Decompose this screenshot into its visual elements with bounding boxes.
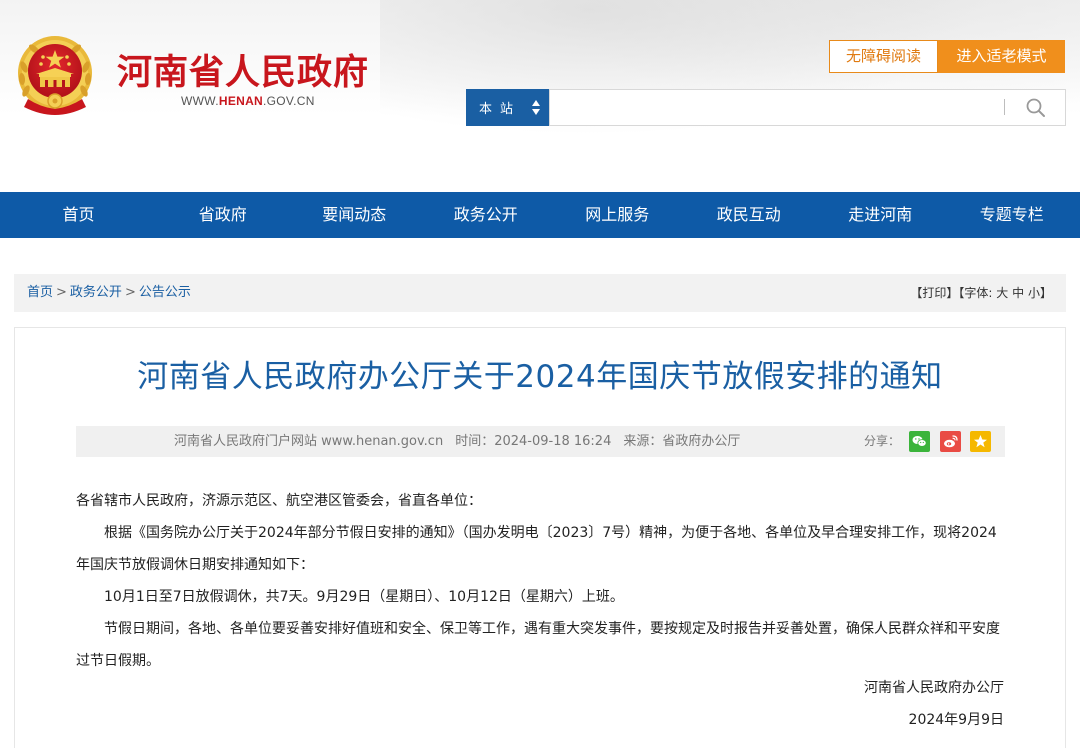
article-body: 各省辖市人民政府，济源示范区、航空港区管委会，省直各单位： 根据《国务院办公厅关… [76, 485, 1005, 677]
nav-item-public-interaction[interactable]: 政民互动 [683, 192, 815, 238]
meta-source-site: 河南省人民政府门户网站 www.henan.gov.cn [174, 434, 444, 449]
article-paragraph: 根据《国务院办公厅关于2024年部分节假日安排的通知》（国办发明电〔2023〕7… [76, 525, 997, 573]
nav-item-online-services[interactable]: 网上服务 [552, 192, 684, 238]
site-url-prefix: WWW. [181, 94, 219, 108]
font-size-close: 】 [1039, 286, 1052, 300]
elder-mode-button[interactable]: 进入适老模式 [938, 40, 1065, 73]
site-header: 河南省人民政府 WWW.HENAN.GOV.CN 无障碍阅读 进入适老模式 本站 [0, 0, 1080, 192]
header-background-decoration [380, 0, 1080, 170]
accessibility-reading-button[interactable]: 无障碍阅读 [829, 40, 938, 73]
nav-item-provincial-government[interactable]: 省政府 [157, 192, 289, 238]
article-paragraph: 节假日期间，各地、各单位要妥善安排好值班和安全、保卫等工作，遇有重大突发事件，要… [76, 621, 1000, 669]
nav-item-home[interactable]: 首页 [0, 192, 157, 238]
font-large-button[interactable]: 大 [996, 286, 1008, 300]
article-date: 2024年9月9日 [908, 712, 1004, 728]
nav-item-government-affairs[interactable]: 政务公开 [420, 192, 552, 238]
article-meta: 河南省人民政府门户网站 www.henan.gov.cn 时间：2024-09-1… [174, 426, 752, 457]
article-title: 河南省人民政府办公厅关于2024年国庆节放假安排的通知 [137, 359, 943, 395]
national-emblem-icon [18, 36, 92, 115]
breadcrumb-separator: > [124, 285, 136, 300]
print-button[interactable]: 【打印】 [910, 286, 958, 300]
main-nav: 首页 省政府 要闻动态 政务公开 网上服务 政民互动 走进河南 专题专栏 [0, 192, 1080, 238]
font-small-button[interactable]: 小 [1028, 286, 1040, 300]
site-url-domain: HENAN [218, 94, 264, 108]
site-name: 河南省人民政府 [117, 53, 370, 93]
nav-item-special-topics[interactable]: 专题专栏 [946, 192, 1078, 238]
share-label: 分享： [864, 434, 901, 448]
search-icon[interactable] [1024, 96, 1048, 120]
breadcrumb-announcements[interactable]: 公告公示 [139, 285, 191, 300]
breadcrumb-government-affairs[interactable]: 政务公开 [70, 285, 122, 300]
search-scope-select[interactable]: 本站 [466, 89, 549, 126]
article-meta-bar: 河南省人民政府门户网站 www.henan.gov.cn 时间：2024-09-1… [76, 426, 1005, 457]
wechat-icon[interactable] [909, 431, 930, 452]
site-url-suffix: .GOV.CN [263, 94, 315, 108]
article-paragraph: 10月1日至7日放假调休，共7天。9月29日（星期日）、10月12日（星期六）上… [104, 589, 624, 605]
breadcrumb: 首页 > 政务公开 > 公告公示 [27, 274, 191, 312]
nav-item-news[interactable]: 要闻动态 [289, 192, 421, 238]
meta-time: 时间：2024-09-18 16:24 [455, 434, 612, 449]
breadcrumb-bar: 首页 > 政务公开 > 公告公示 【打印】【字体: 大 中 小】 [14, 274, 1066, 312]
search-separator [1004, 99, 1005, 115]
article-signature: 河南省人民政府办公厅 [864, 680, 1004, 696]
font-size-label: 【字体: [958, 286, 993, 300]
weibo-icon[interactable] [940, 431, 961, 452]
breadcrumb-home[interactable]: 首页 [27, 285, 53, 300]
font-medium-button[interactable]: 中 [1012, 286, 1024, 300]
article-salutation: 各省辖市人民政府，济源示范区、航空港区管委会，省直各单位： [76, 493, 482, 509]
star-icon[interactable] [970, 431, 991, 452]
breadcrumb-separator: > [56, 285, 67, 300]
page-tools: 【打印】【字体: 大 中 小】 [910, 274, 1052, 312]
meta-origin: 来源：省政府办公厅 [623, 434, 741, 449]
search-input[interactable] [549, 89, 1066, 126]
search-scope-label: 本站 [479, 102, 522, 117]
sort-arrows-icon [532, 100, 540, 115]
site-url: WWW.HENAN.GOV.CN [181, 94, 315, 108]
nav-item-about-henan[interactable]: 走进河南 [815, 192, 947, 238]
